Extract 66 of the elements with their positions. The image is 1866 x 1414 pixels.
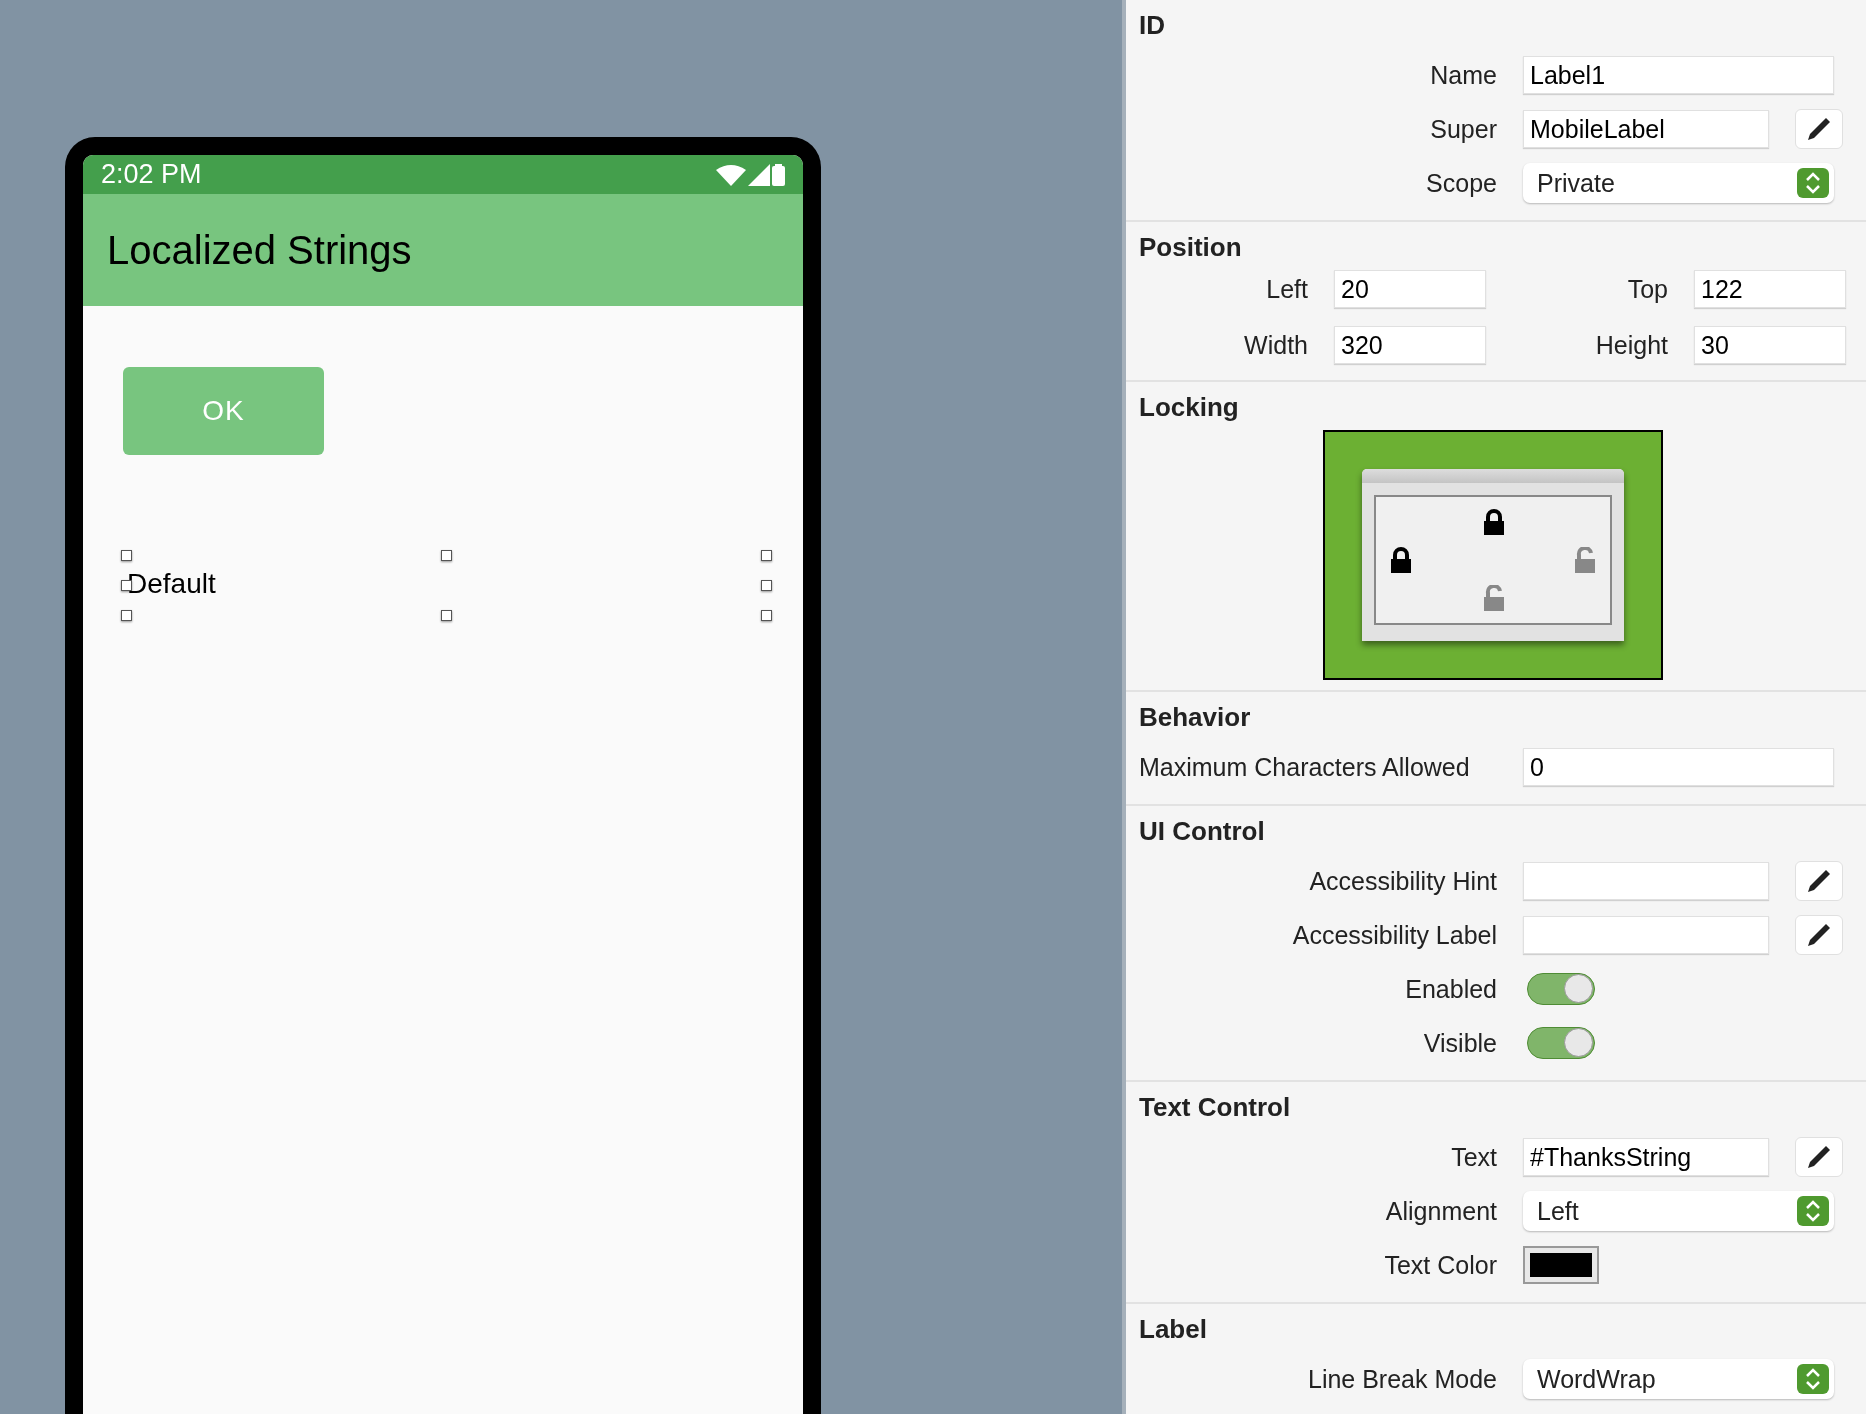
field-label: Top — [1626, 274, 1668, 304]
edit-button[interactable] — [1795, 915, 1843, 955]
toggle-switch[interactable] — [1527, 1027, 1595, 1059]
edit-button[interactable] — [1795, 861, 1843, 901]
field-label: Line Break Mode — [1307, 1364, 1497, 1394]
field-label: Maximum Characters Allowed — [1139, 752, 1471, 782]
field-label: Alignment — [1384, 1196, 1497, 1226]
number-field[interactable]: 30 — [1694, 326, 1846, 364]
stepper-icon — [1797, 1196, 1829, 1226]
section-heading: Text Control — [1139, 1092, 1292, 1122]
status-time: 2:02 PM — [101, 159, 203, 190]
field-label: Height — [1594, 330, 1668, 360]
resize-handle[interactable] — [441, 550, 452, 561]
number-field[interactable]: 122 — [1694, 270, 1846, 308]
unlocked-padlock-icon[interactable] — [1482, 585, 1505, 611]
field-label: Text Color — [1383, 1250, 1497, 1280]
stepper-icon — [1797, 168, 1829, 198]
pencil-icon — [1806, 116, 1832, 142]
resize-handle[interactable] — [121, 550, 132, 561]
text-field[interactable]: MobileLabel — [1523, 110, 1769, 148]
edit-button[interactable] — [1795, 109, 1843, 149]
pencil-icon — [1806, 868, 1832, 894]
app-title: Localized Strings — [107, 227, 412, 273]
resize-handle[interactable] — [121, 610, 132, 621]
field-label: Text — [1450, 1142, 1497, 1172]
field-label: Scope — [1425, 168, 1497, 198]
text-field[interactable]: #ThanksString — [1523, 1138, 1769, 1176]
text-field[interactable] — [1523, 862, 1769, 900]
locked-padlock-icon[interactable] — [1389, 547, 1412, 573]
edit-button[interactable] — [1795, 1137, 1843, 1177]
field-label: Super — [1429, 114, 1497, 144]
text-field[interactable] — [1523, 916, 1769, 954]
resize-handle[interactable] — [761, 580, 772, 591]
pencil-icon — [1806, 922, 1832, 948]
dropdown[interactable]: Left — [1523, 1191, 1834, 1231]
unlocked-padlock-icon[interactable] — [1573, 547, 1596, 573]
section-heading: ID — [1139, 10, 1166, 40]
section-heading: Locking — [1139, 392, 1240, 422]
section-heading: Label — [1139, 1314, 1208, 1344]
field-label: Accessibility Hint — [1308, 866, 1497, 896]
locked-padlock-icon[interactable] — [1482, 509, 1505, 535]
resize-handle[interactable] — [441, 610, 452, 621]
field-label: Width — [1243, 330, 1308, 360]
number-field[interactable]: 320 — [1334, 326, 1486, 364]
section-heading: Behavior — [1139, 702, 1252, 732]
pencil-icon — [1806, 1144, 1832, 1170]
resize-handle[interactable] — [761, 550, 772, 561]
number-field[interactable]: 20 — [1334, 270, 1486, 308]
text-field[interactable]: 0 — [1523, 748, 1834, 786]
field-label: Name — [1429, 60, 1497, 90]
section-heading: UI Control — [1139, 816, 1266, 846]
stepper-icon — [1797, 1364, 1829, 1394]
field-label: Accessibility Label — [1291, 920, 1497, 950]
toggle-switch[interactable] — [1527, 973, 1595, 1005]
field-label: Left — [1265, 274, 1308, 304]
dropdown[interactable]: WordWrap — [1523, 1359, 1834, 1399]
signal-icon — [748, 163, 770, 186]
section-heading: Position — [1139, 232, 1243, 262]
color-swatch[interactable] — [1523, 1246, 1599, 1284]
wifi-icon — [716, 163, 746, 186]
text-field[interactable]: Label1 — [1523, 56, 1834, 94]
battery-icon — [772, 163, 785, 186]
field-label: Enabled — [1404, 974, 1497, 1004]
field-label: Visible — [1422, 1028, 1497, 1058]
dropdown[interactable]: Private — [1523, 163, 1834, 203]
resize-handle[interactable] — [761, 610, 772, 621]
